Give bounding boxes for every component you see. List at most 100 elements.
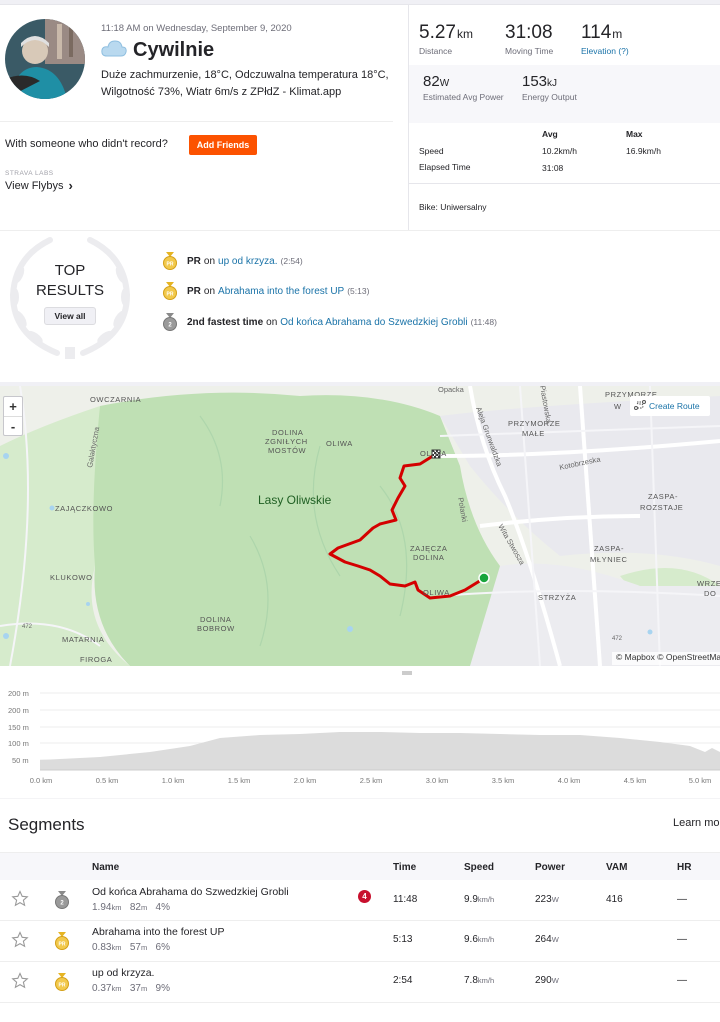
route-map[interactable]: OWCZARNIA DOLINA ZGNIŁYCH MOSTÓW OLIWA Z… bbox=[0, 386, 720, 666]
svg-text:OLIWA: OLIWA bbox=[423, 588, 450, 597]
table-row[interactable]: 2 Od końca Abrahama do Szwedzkiej Grobli… bbox=[0, 880, 720, 921]
achievement-item: PR PR on Abrahama into the forest UP (5:… bbox=[162, 281, 369, 301]
svg-text:STRZYŻA: STRZYŻA bbox=[538, 593, 576, 602]
segment-name[interactable]: Od końca Abrahama do Szwedzkiej Grobli bbox=[92, 886, 289, 898]
power-unit: W bbox=[439, 78, 450, 89]
svg-text:472: 472 bbox=[612, 636, 623, 642]
svg-text:ZAJĘCZA: ZAJĘCZA bbox=[410, 544, 448, 553]
power-label: Estimated Avg Power bbox=[423, 92, 504, 102]
friends-question: With someone who didn't record? bbox=[5, 138, 168, 150]
segment-elevation: 82 bbox=[129, 902, 141, 913]
speed-value: 9.6 bbox=[464, 934, 478, 945]
segment-name[interactable]: up od krzyza. bbox=[92, 967, 154, 979]
power-value: 290 bbox=[535, 975, 552, 986]
divider bbox=[0, 798, 720, 799]
elevation-unit: m bbox=[140, 943, 148, 952]
y-tick: 150 m bbox=[8, 723, 29, 732]
x-tick: 1.5 km bbox=[228, 776, 251, 785]
table-row[interactable]: PR Abrahama into the forest UP 0.83km 57… bbox=[0, 921, 720, 962]
zoom-out-button[interactable]: - bbox=[4, 417, 22, 436]
segment-speed: 9.9km/h bbox=[464, 894, 494, 905]
segment-hr: — bbox=[677, 894, 687, 905]
achievement-item: PR PR on up od krzyza. (2:54) bbox=[162, 251, 303, 271]
star-icon[interactable] bbox=[11, 890, 29, 908]
y-tick: 100 m bbox=[8, 739, 29, 748]
resize-handle-icon[interactable] bbox=[400, 664, 414, 675]
create-route-button[interactable]: Create Route bbox=[630, 396, 710, 416]
col-time[interactable]: Time bbox=[393, 862, 416, 873]
x-tick: 0.5 km bbox=[96, 776, 119, 785]
page-footer bbox=[0, 1003, 720, 1022]
segment-hr: — bbox=[677, 934, 687, 945]
speed-unit: km/h bbox=[477, 935, 495, 944]
svg-text:PR: PR bbox=[59, 942, 66, 948]
view-all-button[interactable]: View all bbox=[44, 307, 96, 325]
x-tick: 0.0 km bbox=[30, 776, 53, 785]
silver-medal-icon: 2 bbox=[55, 891, 69, 909]
moving-time-label: Moving Time bbox=[505, 46, 554, 56]
col-hr[interactable]: HR bbox=[677, 862, 691, 873]
create-route-label: Create Route bbox=[649, 401, 700, 411]
svg-text:OWCZARNIA: OWCZARNIA bbox=[90, 395, 141, 404]
map-attribution[interactable]: © Mapbox © OpenStreetMap bbox=[612, 652, 720, 665]
svg-text:Lasy Oliwskie: Lasy Oliwskie bbox=[258, 493, 332, 507]
speed-max: 16.9km/h bbox=[626, 146, 661, 156]
stat-moving-time: 31:08 Moving Time bbox=[505, 22, 553, 56]
view-flybys-label: View Flybys bbox=[5, 179, 64, 192]
achievement-on: on bbox=[203, 285, 216, 297]
learn-more-link[interactable]: Learn mo bbox=[673, 817, 719, 829]
avatar[interactable] bbox=[5, 19, 85, 99]
achievement-label: 2nd fastest time bbox=[187, 316, 264, 328]
view-flybys-link[interactable]: View Flybys › bbox=[5, 178, 73, 193]
col-power[interactable]: Power bbox=[535, 862, 565, 873]
elevation-chart[interactable]: 200 m 200 m 150 m 100 m 50 m 0.0 km 0.5 … bbox=[0, 680, 720, 790]
distance-value: 5.27 bbox=[419, 22, 456, 43]
col-speed[interactable]: Speed bbox=[464, 862, 494, 873]
elevation-unit: m bbox=[140, 984, 148, 993]
speed-value: 7.8 bbox=[464, 975, 478, 986]
stat-power: 82W Estimated Avg Power bbox=[423, 73, 513, 102]
power-value: 223 bbox=[535, 894, 552, 905]
pr-medal-icon: PR bbox=[163, 282, 177, 300]
segment-time: 11:48 bbox=[393, 894, 418, 905]
power-unit: W bbox=[551, 976, 559, 985]
segment-stats: 1.94km 82m 4% bbox=[92, 902, 170, 913]
segment-power: 290W bbox=[535, 975, 559, 986]
strava-labs-label: STRAVA LABS bbox=[5, 170, 54, 177]
svg-text:PR: PR bbox=[167, 262, 174, 268]
segment-elevation: 37 bbox=[129, 983, 141, 994]
speed-value: 9.9 bbox=[464, 894, 478, 905]
energy-label: Energy Output bbox=[522, 92, 577, 102]
y-tick: 200 m bbox=[8, 706, 29, 715]
add-friends-button[interactable]: Add Friends bbox=[189, 135, 257, 155]
achievement-segment-link[interactable]: Od końca Abrahama do Szwedzkiej Grobli bbox=[280, 317, 467, 328]
star-icon[interactable] bbox=[11, 931, 29, 949]
distance-unit: km bbox=[111, 984, 122, 993]
segment-name[interactable]: Abrahama into the forest UP bbox=[92, 926, 225, 938]
power-unit: W bbox=[551, 895, 559, 904]
svg-text:MŁYNIEC: MŁYNIEC bbox=[590, 555, 628, 564]
segment-time: 5:13 bbox=[393, 934, 413, 945]
activity-datetime: 11:18 AM on Wednesday, September 9, 2020 bbox=[101, 23, 292, 34]
achievement-segment-link[interactable]: up od krzyza. bbox=[218, 256, 277, 267]
svg-text:DO: DO bbox=[704, 589, 716, 598]
rank-badge: 4 bbox=[358, 890, 371, 903]
star-icon[interactable] bbox=[11, 972, 29, 990]
elevation-help-link[interactable]: Elevation (?) bbox=[581, 46, 629, 56]
speed-unit: km/h bbox=[477, 895, 495, 904]
energy-unit: kJ bbox=[547, 78, 558, 89]
svg-text:PR: PR bbox=[59, 983, 66, 989]
zoom-in-button[interactable]: + bbox=[4, 397, 22, 416]
col-name[interactable]: Name bbox=[92, 862, 119, 873]
col-vam[interactable]: VAM bbox=[606, 862, 627, 873]
table-row[interactable]: PR up od krzyza. 0.37km 37m 9% 2:54 7.8k… bbox=[0, 962, 720, 1003]
achievement-time: (11:48) bbox=[470, 317, 497, 327]
energy-value: 153 bbox=[522, 73, 548, 90]
x-tick: 2.0 km bbox=[294, 776, 317, 785]
achievement-label: PR bbox=[187, 285, 201, 297]
segment-speed: 9.6km/h bbox=[464, 934, 494, 945]
svg-text:ZASPA-: ZASPA- bbox=[594, 544, 624, 553]
achievement-time: (2:54) bbox=[280, 256, 303, 266]
achievement-segment-link[interactable]: Abrahama into the forest UP bbox=[218, 286, 344, 297]
silver-medal-icon: 2 bbox=[163, 313, 177, 331]
